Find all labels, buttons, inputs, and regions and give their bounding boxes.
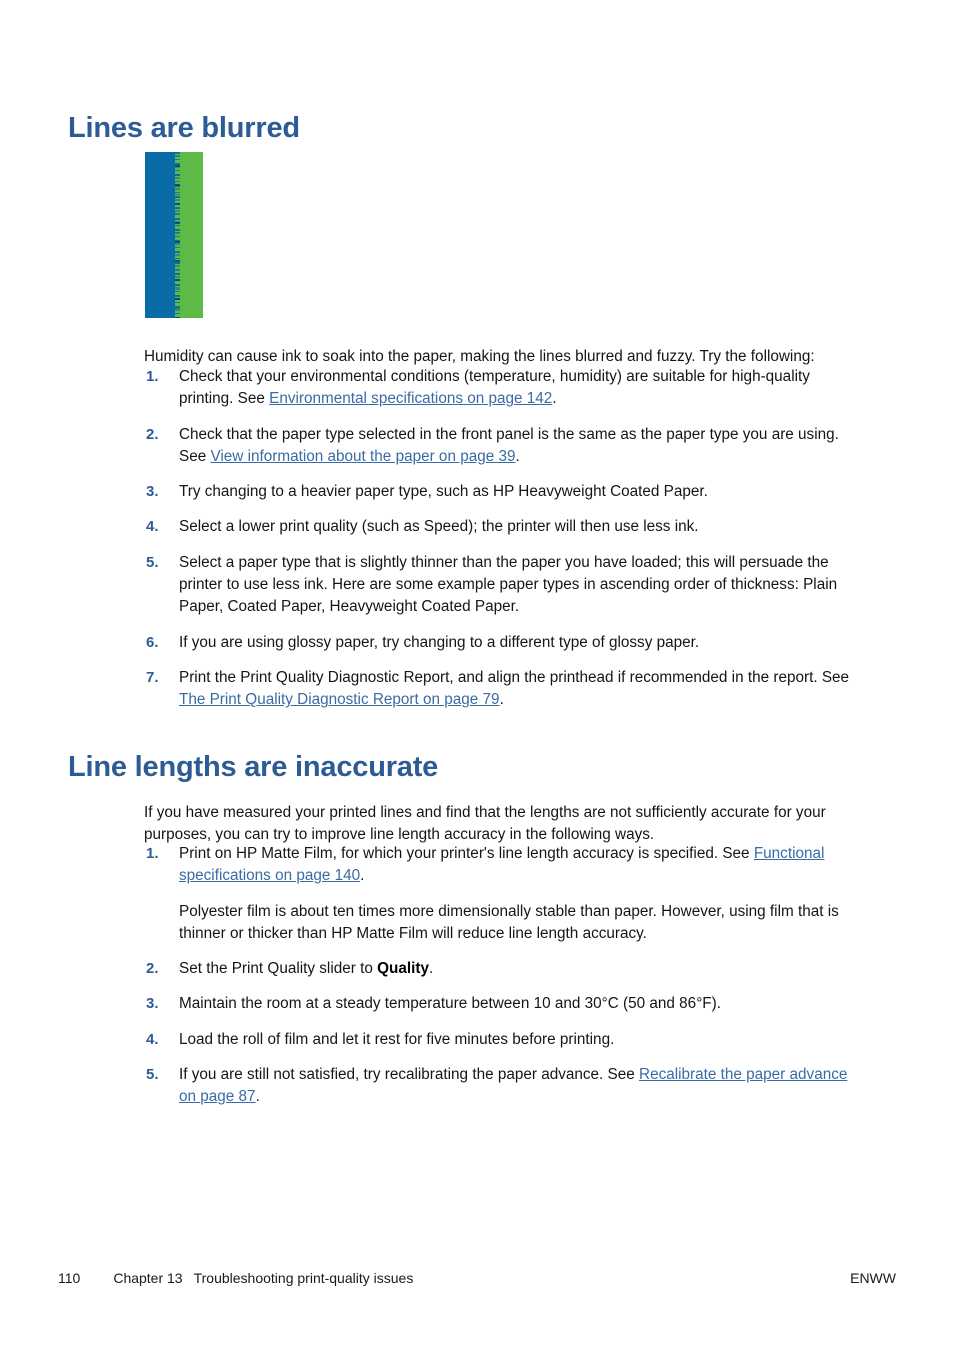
- page-footer: 110 Chapter 13 Troubleshooting print-qua…: [58, 1270, 896, 1286]
- list-item: 5. Select a paper type that is slightly …: [144, 552, 860, 619]
- page-title-line-lengths-are-inaccurate: Line lengths are inaccurate: [68, 751, 439, 784]
- list-item-text-pre: Try changing to a heavier paper type, su…: [179, 483, 708, 501]
- figure-blurred-line-sample: [145, 152, 203, 318]
- list-item-number: 1.: [146, 368, 159, 385]
- list-item: 4. Load the roll of film and let it rest…: [144, 1029, 860, 1051]
- list-item-text-post: .: [360, 867, 365, 885]
- list-item-text-pre: Print on HP Matte Film, for which your p…: [179, 845, 754, 862]
- list-item: 3. Try changing to a heavier paper type,…: [144, 481, 860, 503]
- list-item: 2. Set the Print Quality slider to Quali…: [144, 958, 860, 980]
- list-item-number: 5.: [146, 553, 159, 571]
- list-item-text-post: .: [499, 691, 504, 709]
- list-item: 3. Maintain the room at a steady tempera…: [144, 993, 860, 1015]
- list-item-number: 4.: [146, 1030, 159, 1048]
- steps-list-lines-are-blurred: 1. Check that your environmental conditi…: [144, 366, 860, 725]
- list-item-number: 7.: [146, 668, 159, 686]
- list-item: 6. If you are using glossy paper, try ch…: [144, 632, 860, 654]
- list-item-number: 2.: [146, 960, 159, 978]
- list-item-number: 2.: [146, 425, 159, 443]
- sub-paragraph-polyester-film: Polyester film is about ten times more d…: [179, 902, 839, 942]
- footer-chapter-label: Chapter 13: [113, 1270, 183, 1286]
- intro-paragraph-lines-are-blurred: Humidity can cause ink to soak into the …: [144, 348, 815, 366]
- list-item-text-pre: If you are still not satisfied, try reca…: [179, 1066, 640, 1084]
- intro-paragraph-line-lengths-are-inaccurate: If you have measured your printed lines …: [144, 804, 826, 844]
- list-item-number: 3.: [146, 483, 159, 501]
- list-item: 1. Print on HP Matte Film, for which you…: [144, 843, 860, 888]
- link-print-quality-diagnostic-report[interactable]: The Print Quality Diagnostic Report on p…: [179, 691, 500, 708]
- list-item-text-pre: Maintain the room at a steady temperatur…: [179, 995, 721, 1013]
- list-item-number: 3.: [146, 995, 159, 1013]
- list-item-text-pre: If you are using glossy paper, try chang…: [179, 633, 700, 651]
- list-item-text-pre: Set the Print Quality slider to: [179, 960, 378, 978]
- list-item-text-pre: Select a lower print quality (such as Sp…: [179, 518, 699, 536]
- list-item-text-post: .: [428, 960, 434, 978]
- footer-left-group: 110 Chapter 13 Troubleshooting print-qua…: [58, 1270, 413, 1286]
- list-item: 7. Print the Print Quality Diagnostic Re…: [144, 667, 860, 712]
- list-item-text-pre: Select a paper type that is slightly thi…: [179, 553, 838, 616]
- footer-chapter-title: Troubleshooting print-quality issues: [193, 1270, 414, 1286]
- list-item-text-post: .: [552, 390, 557, 408]
- list-item-number: 4.: [146, 518, 159, 536]
- list-item-text-post: .: [255, 1088, 260, 1106]
- list-item: 4. Select a lower print quality (such as…: [144, 516, 860, 538]
- footer-locale-code: ENWW: [850, 1270, 896, 1286]
- list-item-number: 1.: [146, 845, 159, 862]
- list-item: 1. Check that your environmental conditi…: [144, 366, 860, 411]
- figure-blurred-boundary-detail: [175, 152, 180, 318]
- emphasis-quality: Quality: [377, 960, 429, 978]
- list-item-text-post: .: [515, 447, 520, 465]
- page-title-lines-are-blurred: Lines are blurred: [68, 112, 300, 145]
- list-item-number: 5.: [146, 1066, 159, 1084]
- list-item: 5. If you are still not satisfied, try r…: [144, 1064, 860, 1109]
- footer-page-number: 110: [58, 1270, 81, 1286]
- list-item-number: 6.: [146, 633, 159, 651]
- list-item-text-pre: Load the roll of film and let it rest fo…: [179, 1030, 615, 1048]
- link-view-information-about-the-paper[interactable]: View information about the paper on page…: [210, 448, 515, 465]
- steps-list-line-lengths-are-inaccurate: 1. Print on HP Matte Film, for which you…: [144, 843, 860, 1122]
- list-item: 2. Check that the paper type selected in…: [144, 424, 860, 469]
- link-environmental-specifications[interactable]: Environmental specifications on page 142: [269, 390, 552, 407]
- document-page: Lines are blurred Humidity can cause ink…: [0, 0, 954, 1350]
- list-item-text-pre: Print the Print Quality Diagnostic Repor…: [179, 668, 850, 686]
